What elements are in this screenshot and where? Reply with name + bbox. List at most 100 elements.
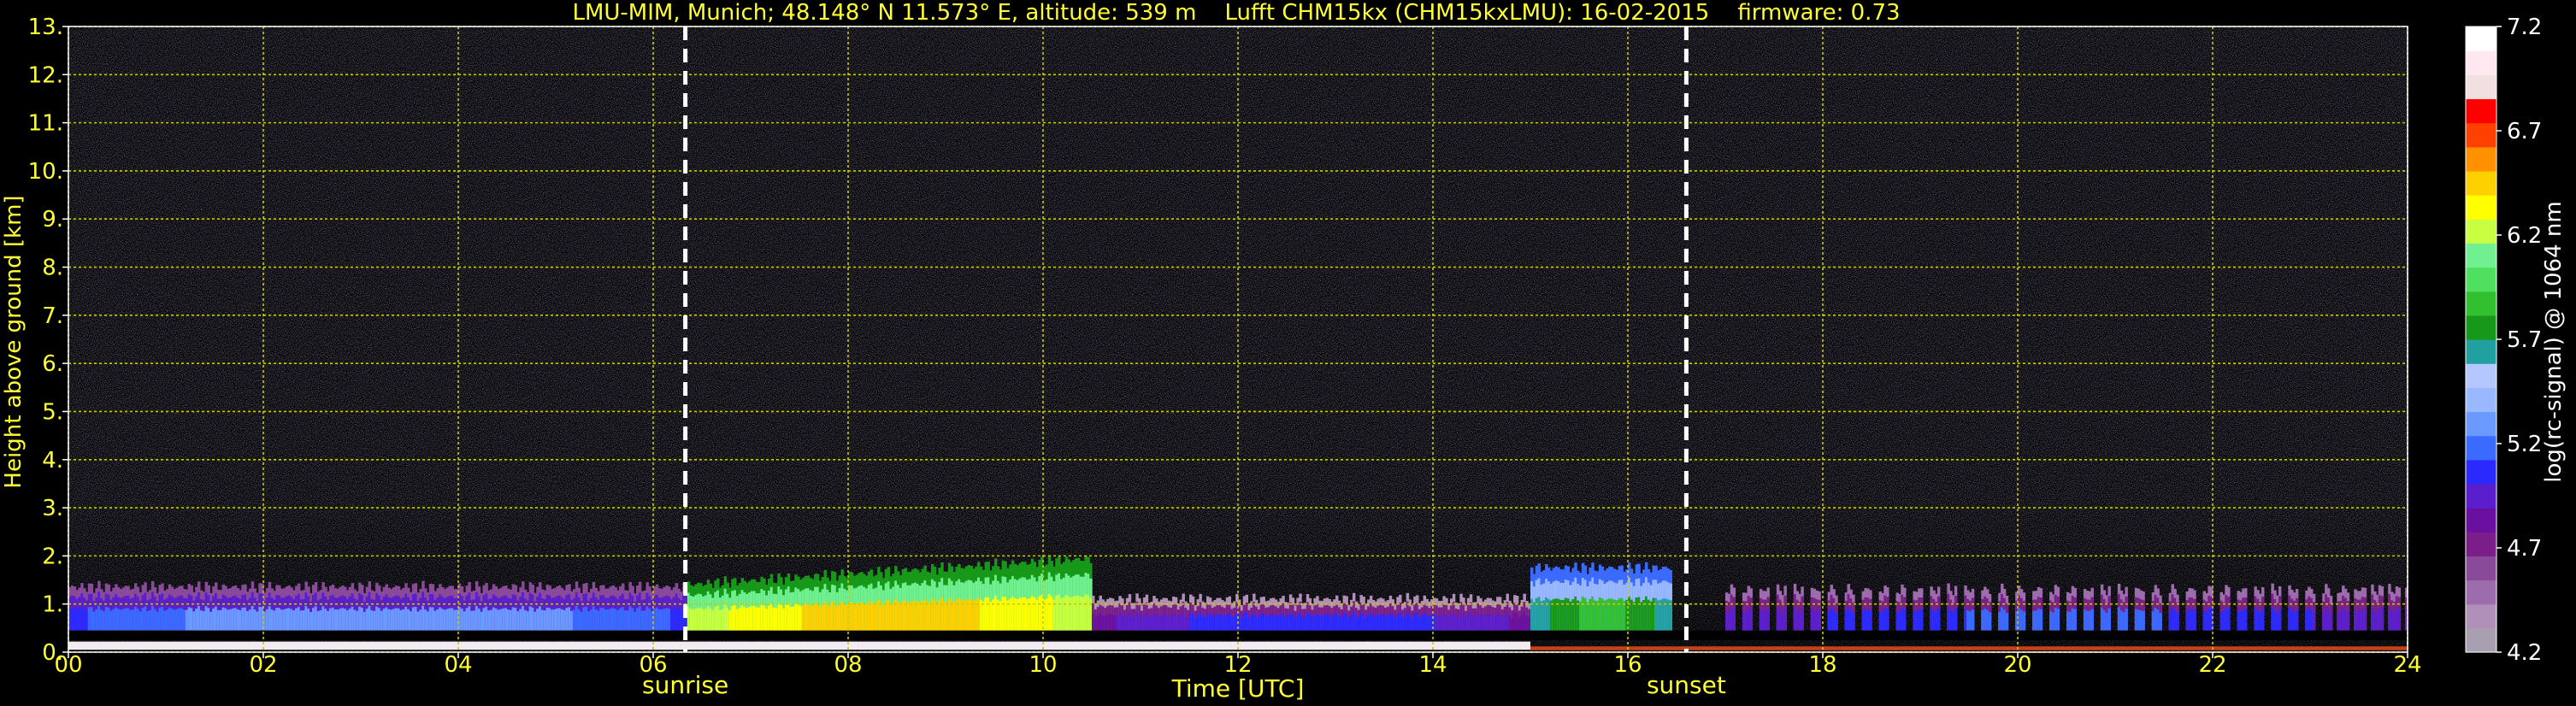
layer-core-strip	[2193, 610, 2196, 631]
y-tick-label: 7.	[42, 303, 63, 329]
layer-core-strip	[2244, 609, 2248, 631]
y-tick-label: 2.	[42, 544, 63, 569]
layer-core-strip	[2005, 613, 2009, 631]
layer-core-strip	[2295, 609, 2299, 631]
y-tick-label: 6.	[42, 351, 63, 377]
layer-core-strip	[2107, 608, 2111, 631]
colorbar-segment	[2466, 411, 2496, 437]
x-tick-label: 22	[2198, 652, 2226, 678]
layer-core-strip	[1954, 608, 1958, 631]
layer-core-strip	[2261, 609, 2265, 631]
colorbar-segment	[2466, 267, 2496, 292]
colorbar-label: log(rc-signal) @ 1064 nm	[2541, 201, 2567, 482]
layer-core-strip	[2329, 613, 2333, 631]
layer-core-strip	[2142, 610, 2145, 631]
colorbar-segment	[2466, 603, 2496, 629]
layer-core-strip	[2380, 608, 2384, 631]
layer-core-strip	[2397, 609, 2402, 631]
colorbar-segment	[2466, 363, 2496, 388]
colorbar-tick-label: 5.2	[2507, 432, 2542, 457]
ground-bright-band	[68, 641, 1530, 650]
colorbar-segment	[2466, 291, 2496, 316]
y-axis-label: Height above ground [km]	[1, 195, 27, 488]
layer-core-strip	[2022, 611, 2026, 631]
layer-core-strip	[2090, 609, 2094, 631]
layer-core-strip	[2312, 612, 2316, 631]
colorbar-segment	[2466, 387, 2496, 413]
ground-evening-band	[1530, 646, 2408, 650]
layer-core-strip	[2278, 608, 2282, 631]
layer-core-strip	[1766, 609, 1770, 631]
lidar-backscatter-chart: LMU-MIM, Munich; 48.148° N 11.573° E, al…	[1, 0, 2567, 703]
layer-core-strip	[2056, 609, 2060, 631]
layer-core-strip	[1669, 600, 1672, 631]
y-tick-label: 9.	[42, 207, 63, 232]
x-tick-label: 18	[1808, 652, 1836, 678]
y-tick-label: 3.	[42, 496, 63, 521]
layer-core-strip	[1818, 610, 1821, 631]
colorbar-tick-label: 4.7	[2507, 536, 2542, 562]
colorbar-segment	[2466, 315, 2496, 340]
x-tick-label: 06	[639, 652, 667, 678]
layer-core-strip	[2363, 609, 2367, 631]
layer-core-strip	[1801, 609, 1804, 631]
colorbar-segment	[2466, 627, 2496, 653]
colorbar-segment	[2466, 122, 2496, 148]
colorbar-segment	[2466, 146, 2496, 172]
colorbar-tick-label: 7.2	[2507, 15, 2542, 40]
layer-core-strip	[2073, 609, 2077, 631]
colorbar-segment	[2466, 580, 2496, 605]
x-tick-label: 14	[1418, 652, 1447, 678]
layer-core-strip	[1988, 612, 1992, 631]
x-tick-label: 04	[444, 652, 472, 678]
plot-area: sunrise sunset00 02 04 06 08 10 12 14 16 18 20 22 240…	[28, 15, 2422, 699]
chart-title: LMU-MIM, Munich; 48.148° N 11.573° E, al…	[572, 0, 1900, 26]
x-tick-label: 12	[1223, 652, 1252, 678]
colorbar-segment	[2466, 556, 2496, 581]
layer-core-strip	[2227, 609, 2231, 631]
colorbar-segment	[2466, 435, 2496, 461]
y-tick-label: 11.	[28, 111, 63, 137]
layer-core-strip	[1971, 609, 1975, 631]
colorbar-segment	[2466, 170, 2496, 196]
x-tick-label: 08	[834, 652, 862, 678]
x-tick-label: 24	[2393, 652, 2421, 678]
colorbar-segment	[2466, 532, 2496, 556]
marker-label-sunset: sunset	[1647, 671, 1726, 699]
y-tick-label: 13.	[28, 15, 63, 40]
layer-core-strip	[2159, 613, 2162, 631]
x-axis-label: Time [UTC]	[1171, 674, 1305, 703]
x-tick-label: 16	[1613, 652, 1642, 678]
y-tick-label: 0.	[42, 640, 63, 666]
layer-core-strip	[1852, 612, 1855, 631]
colorbar-segment	[2466, 483, 2496, 509]
colorbar-segment	[2466, 243, 2496, 268]
colorbar-segment	[2466, 26, 2496, 51]
x-tick-label: 20	[2003, 652, 2031, 678]
y-tick-label: 4.	[42, 448, 63, 474]
layer-core-strip	[1869, 610, 1872, 631]
layer-core-strip	[1920, 609, 1924, 631]
colorbar-segment	[2466, 74, 2496, 100]
colorbar-segment	[2466, 459, 2496, 485]
x-tick-label: 02	[249, 652, 277, 678]
y-tick-label: 1.	[42, 592, 63, 618]
layer-core-strip	[1732, 609, 1736, 631]
y-tick-label: 5.	[42, 399, 63, 425]
layer-core-strip	[1749, 609, 1753, 631]
colorbar-tick-label: 4.2	[2507, 640, 2542, 666]
colorbar-segment	[2466, 98, 2496, 124]
y-tick-label: 10.	[28, 159, 63, 185]
y-tick-label: 8.	[42, 256, 63, 281]
colorbar-segment	[2466, 195, 2496, 220]
colorbar-tick-label: 6.2	[2507, 223, 2542, 249]
layer-core-strip	[1835, 613, 1838, 631]
colorbar-tick-label: 5.7	[2507, 327, 2542, 353]
y-tick-label: 12.	[28, 62, 63, 88]
layer-core-strip	[2125, 609, 2128, 631]
layer-core-strip	[2039, 609, 2043, 631]
colorbar-segment	[2466, 50, 2496, 75]
layer-core-strip	[1783, 608, 1787, 631]
colorbar-segment	[2466, 219, 2496, 244]
layer-core-strip	[2176, 612, 2179, 631]
